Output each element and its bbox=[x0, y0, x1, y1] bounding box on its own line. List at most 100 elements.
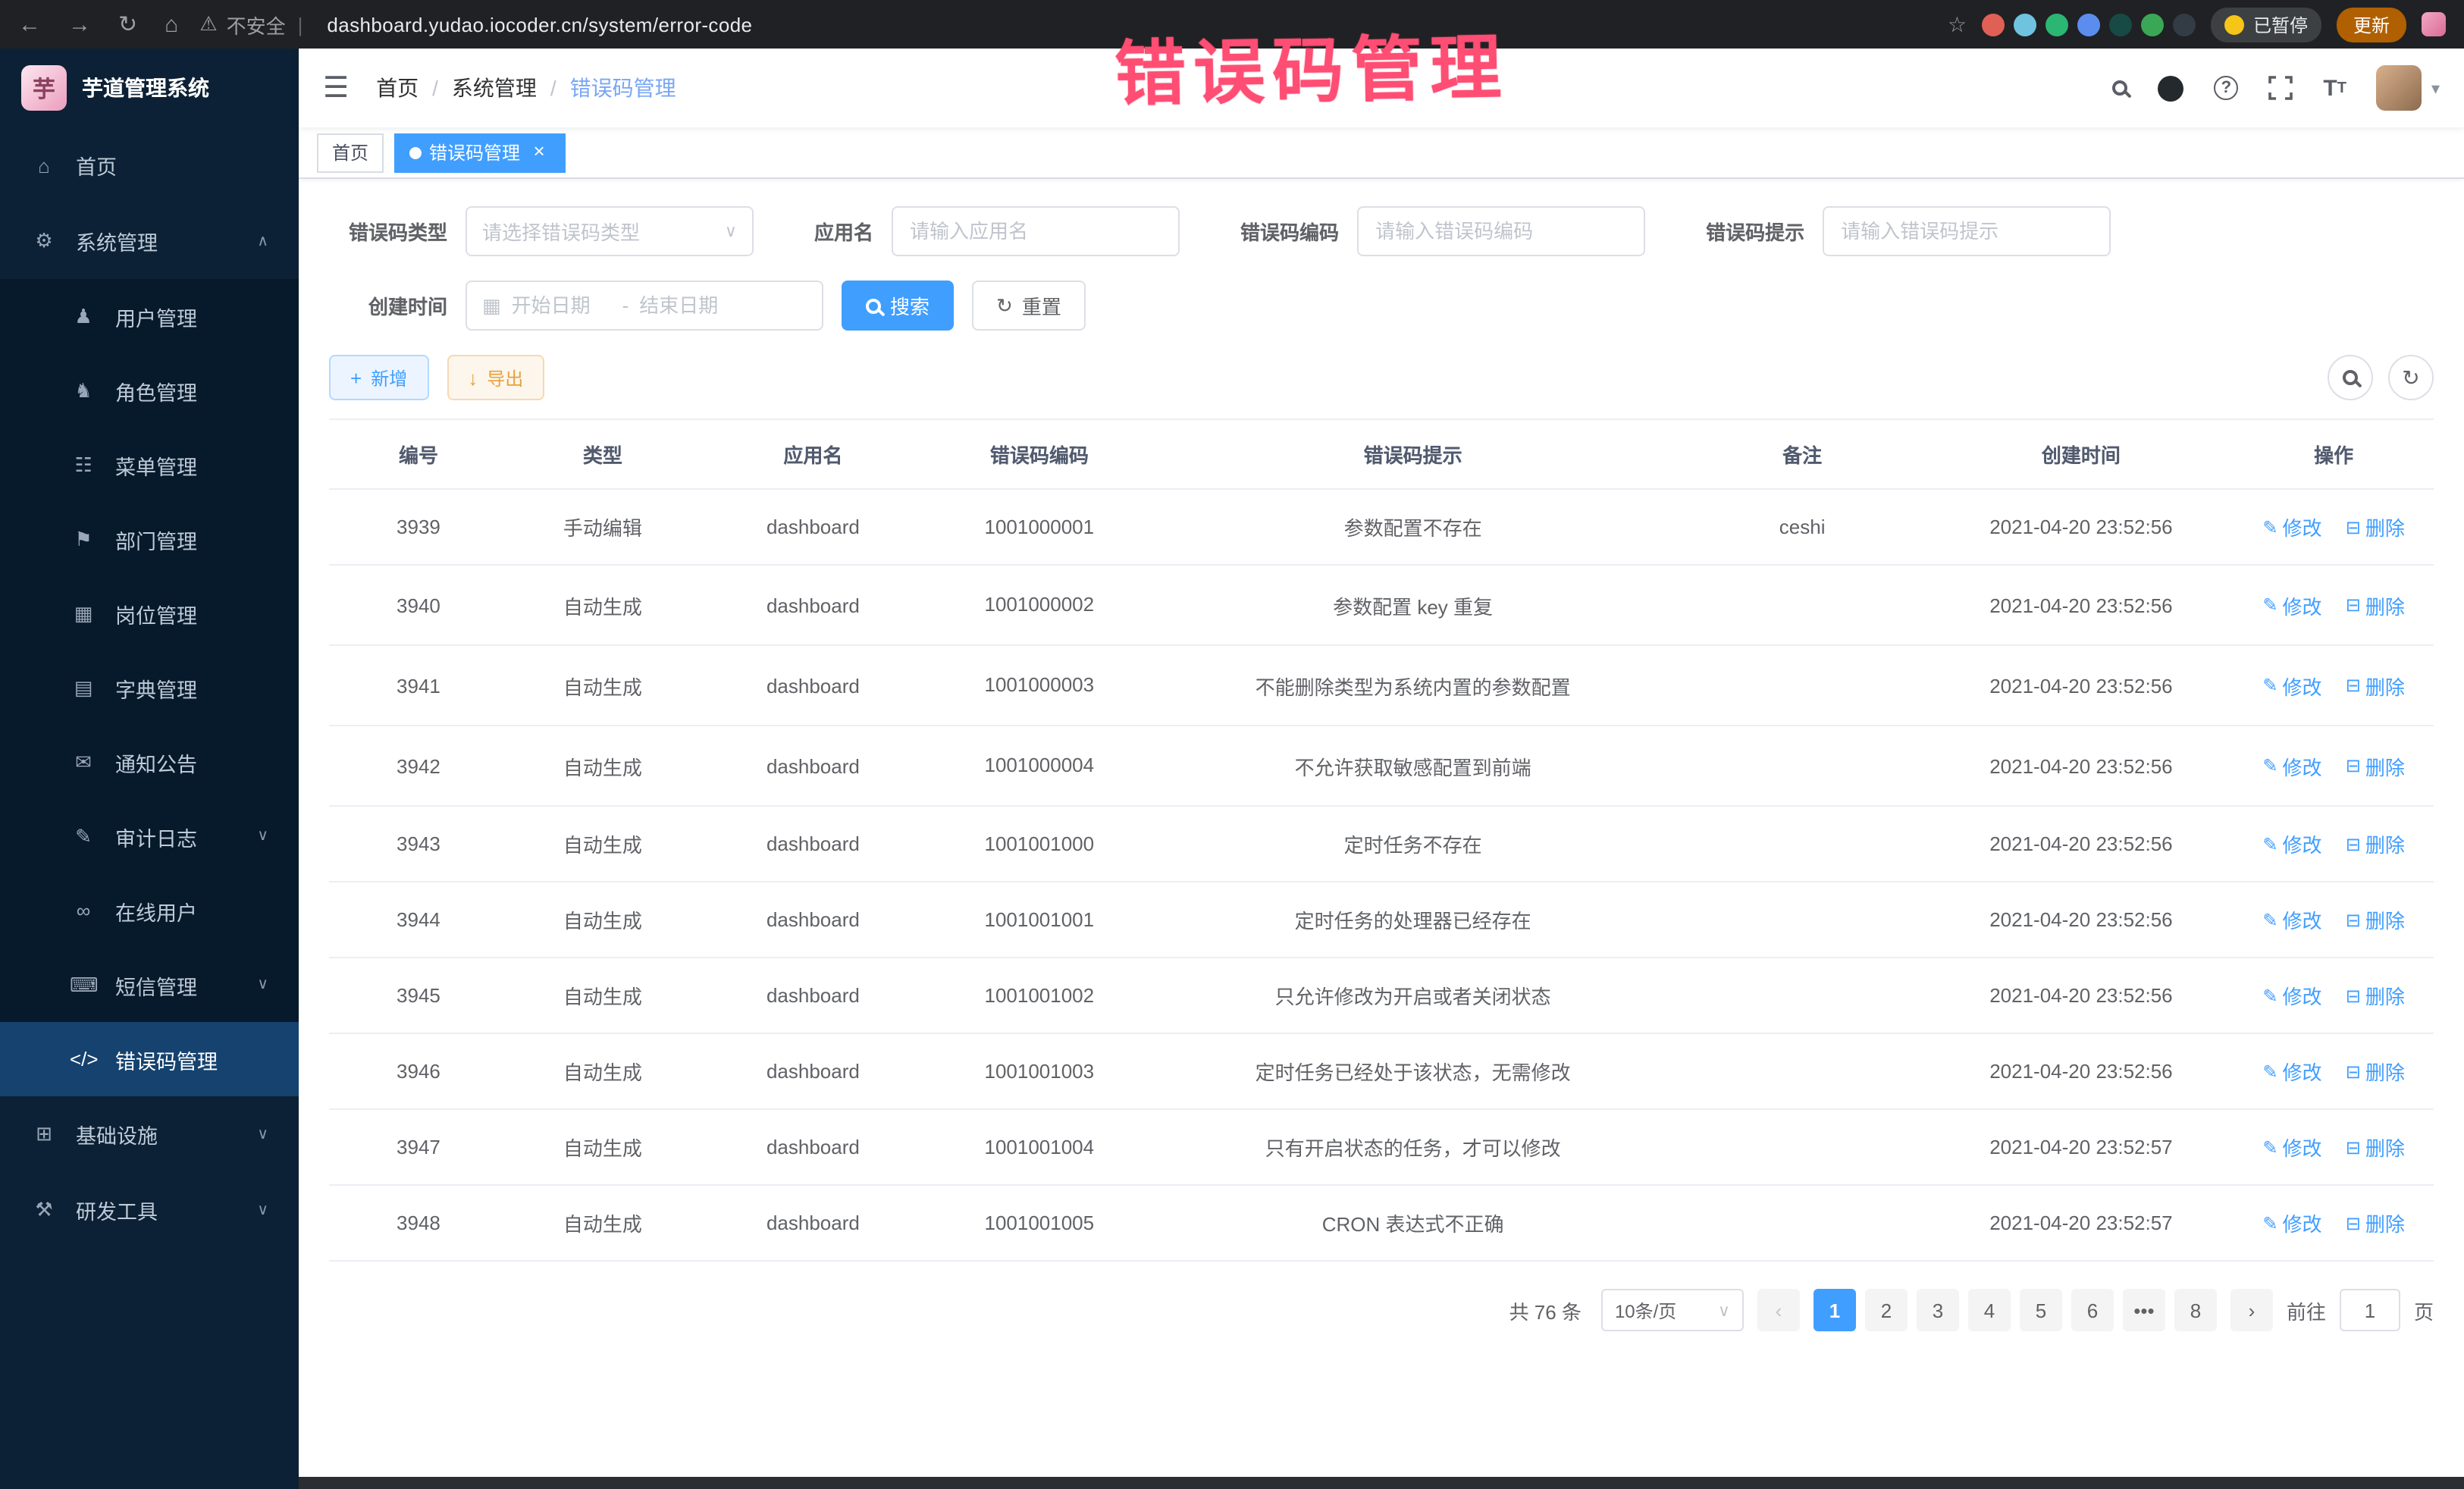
github-icon[interactable] bbox=[2158, 75, 2183, 101]
page-button[interactable]: 2 bbox=[1865, 1290, 1908, 1332]
edit-link[interactable]: ✎修改 bbox=[2262, 671, 2321, 700]
error-code-label: 错误码编码 bbox=[1240, 217, 1339, 246]
delete-link[interactable]: ⊟删除 bbox=[2346, 1209, 2405, 1238]
page-size-select[interactable]: 10条/页 ∨ bbox=[1601, 1290, 1744, 1332]
refresh-button[interactable]: ↻ bbox=[2388, 355, 2434, 400]
app-name-input[interactable] bbox=[892, 206, 1180, 256]
sidebar-collapse-icon[interactable]: ☰ bbox=[323, 71, 349, 105]
extension-icon[interactable] bbox=[1982, 13, 2005, 36]
sidebar-item-dict[interactable]: ▤ 字典管理 bbox=[0, 650, 299, 725]
edit-icon: ✎ bbox=[2262, 1061, 2277, 1083]
sidebar-item-online[interactable]: ∞ 在线用户 bbox=[0, 873, 299, 948]
extension-icon[interactable] bbox=[2045, 13, 2068, 36]
breadcrumb-home[interactable]: 首页 bbox=[376, 73, 419, 103]
tag[interactable]: 错误码管理 × bbox=[394, 133, 566, 172]
page-button[interactable]: 4 bbox=[1968, 1290, 2011, 1332]
delete-link[interactable]: ⊟删除 bbox=[2346, 1133, 2405, 1162]
delete-link[interactable]: ⊟删除 bbox=[2346, 906, 2405, 935]
tag[interactable]: 首页 bbox=[317, 133, 384, 172]
start-date-input[interactable] bbox=[512, 294, 612, 317]
edit-link[interactable]: ✎修改 bbox=[2262, 591, 2321, 619]
add-button[interactable]: + 新增 bbox=[329, 355, 428, 400]
sidebar-item-home[interactable]: ⌂ 首页 bbox=[0, 127, 299, 203]
edit-link[interactable]: ✎修改 bbox=[2262, 982, 2321, 1011]
sidebar-item-infra[interactable]: ⊞ 基础设施 ∨ bbox=[0, 1096, 299, 1172]
cell-message: CRON 表达式不正确 bbox=[1150, 1186, 1676, 1262]
audit-icon: ✎ bbox=[70, 824, 97, 848]
end-date-input[interactable] bbox=[639, 294, 739, 317]
next-page-button[interactable]: › bbox=[2230, 1290, 2273, 1332]
paused-badge[interactable]: 已暂停 bbox=[2211, 7, 2321, 42]
forward-icon[interactable]: → bbox=[68, 11, 91, 37]
sidebar-item-menu[interactable]: ☷ 菜单管理 bbox=[0, 428, 299, 502]
reset-button[interactable]: ↻ 重置 bbox=[972, 281, 1086, 331]
sidebar-item-user[interactable]: ♟ 用户管理 bbox=[0, 279, 299, 353]
errcode-icon: </> bbox=[70, 1048, 97, 1071]
fullscreen-icon[interactable] bbox=[2268, 76, 2293, 100]
date-range-picker[interactable]: ▦ - bbox=[466, 281, 823, 331]
sidebar-item-errcode[interactable]: </> 错误码管理 bbox=[0, 1022, 299, 1096]
delete-link[interactable]: ⊟删除 bbox=[2346, 982, 2405, 1011]
sidebar-item-system[interactable]: ⚙ 系统管理 ∧ bbox=[0, 203, 299, 279]
export-button[interactable]: ↓ 导出 bbox=[447, 355, 544, 400]
browser-profile-avatar[interactable] bbox=[2422, 12, 2446, 36]
reload-icon[interactable]: ↻ bbox=[118, 11, 137, 38]
page-button[interactable]: 5 bbox=[2020, 1290, 2062, 1332]
filter-form-row-2: 创建时间 ▦ - 搜索 ↻ 重置 bbox=[329, 281, 2434, 331]
sidebar-item-audit[interactable]: ✎ 审计日志 ∨ bbox=[0, 799, 299, 873]
browser-chrome: ← → ↻ ⌂ ⚠ 不安全 | dashboard.yudao.iocoder.… bbox=[0, 0, 2464, 49]
extension-icon[interactable] bbox=[2014, 13, 2036, 36]
column-header: 编号 bbox=[329, 419, 508, 489]
error-type-select[interactable]: 请选择错误码类型 ∨ bbox=[466, 206, 754, 256]
security-indicator[interactable]: ⚠ 不安全 | bbox=[199, 10, 306, 39]
edit-link[interactable]: ✎修改 bbox=[2262, 751, 2321, 780]
extension-icon[interactable] bbox=[2173, 13, 2196, 36]
sidebar-item-notice[interactable]: ✉ 通知公告 bbox=[0, 725, 299, 799]
edit-link[interactable]: ✎修改 bbox=[2262, 906, 2321, 935]
edit-link[interactable]: ✎修改 bbox=[2262, 1209, 2321, 1238]
page-button[interactable]: 1 bbox=[1814, 1290, 1856, 1332]
search-button[interactable]: 搜索 bbox=[842, 281, 954, 331]
home-icon[interactable]: ⌂ bbox=[165, 11, 178, 37]
extension-icon[interactable] bbox=[2109, 13, 2132, 36]
bookmark-star-icon[interactable]: ☆ bbox=[1948, 11, 1967, 37]
delete-link[interactable]: ⊟删除 bbox=[2346, 751, 2405, 780]
error-hint-input[interactable] bbox=[1823, 206, 2111, 256]
app-name-label: 应用名 bbox=[814, 217, 873, 246]
user-menu[interactable]: ▾ bbox=[2377, 65, 2440, 111]
logo[interactable]: 芋 芋道管理系统 bbox=[0, 49, 299, 127]
sidebar-item-sms[interactable]: ⌨ 短信管理 ∨ bbox=[0, 948, 299, 1022]
error-code-input[interactable] bbox=[1357, 206, 1645, 256]
extension-icon[interactable] bbox=[2141, 13, 2164, 36]
page-button[interactable]: ••• bbox=[2123, 1290, 2165, 1332]
edit-link[interactable]: ✎修改 bbox=[2262, 513, 2321, 541]
edit-link[interactable]: ✎修改 bbox=[2262, 830, 2321, 859]
delete-link[interactable]: ⊟删除 bbox=[2346, 830, 2405, 859]
goto-page-input[interactable] bbox=[2340, 1290, 2400, 1332]
edit-link[interactable]: ✎修改 bbox=[2262, 1058, 2321, 1086]
toggle-search-button[interactable] bbox=[2328, 355, 2373, 400]
search-icon[interactable] bbox=[2112, 80, 2127, 96]
delete-link[interactable]: ⊟删除 bbox=[2346, 671, 2405, 700]
page-button[interactable]: 8 bbox=[2174, 1290, 2217, 1332]
back-icon[interactable]: ← bbox=[18, 11, 41, 37]
sidebar-item-role[interactable]: ♞ 角色管理 bbox=[0, 353, 299, 428]
edit-link[interactable]: ✎修改 bbox=[2262, 1133, 2321, 1162]
delete-link[interactable]: ⊟删除 bbox=[2346, 1058, 2405, 1086]
extension-icon[interactable] bbox=[2077, 13, 2100, 36]
page-button[interactable]: 6 bbox=[2071, 1290, 2114, 1332]
sidebar-item-dept[interactable]: ⚑ 部门管理 bbox=[0, 502, 299, 576]
close-icon[interactable]: × bbox=[528, 141, 550, 164]
sidebar-item-tools[interactable]: ⚒ 研发工具 ∨ bbox=[0, 1172, 299, 1248]
sidebar-item-post[interactable]: ▦ 岗位管理 bbox=[0, 576, 299, 650]
prev-page-button[interactable]: ‹ bbox=[1757, 1290, 1800, 1332]
update-button[interactable]: 更新 bbox=[2337, 7, 2406, 42]
breadcrumb-system[interactable]: 系统管理 bbox=[452, 73, 537, 103]
delete-link[interactable]: ⊟删除 bbox=[2346, 591, 2405, 619]
page-button[interactable]: 3 bbox=[1917, 1290, 1959, 1332]
help-icon[interactable]: ? bbox=[2214, 76, 2238, 100]
address-bar[interactable]: dashboard.yudao.iocoder.cn/system/error-… bbox=[327, 13, 752, 36]
font-size-icon[interactable]: TT bbox=[2323, 75, 2346, 101]
delete-link[interactable]: ⊟删除 bbox=[2346, 513, 2405, 541]
delete-icon: ⊟ bbox=[2346, 1061, 2361, 1083]
